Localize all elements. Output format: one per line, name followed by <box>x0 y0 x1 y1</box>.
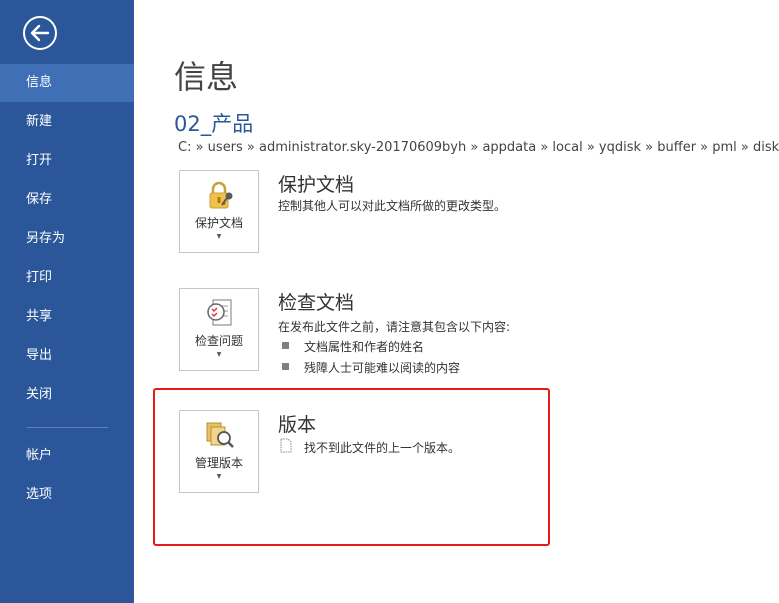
chevron-down-icon: ▼ <box>216 351 222 358</box>
bullet-square-icon <box>282 342 289 349</box>
check-for-issues-button[interactable]: 检查问题 ▼ <box>179 288 259 371</box>
sidebar-item-export[interactable]: 导出 <box>0 337 134 375</box>
sidebar-item-info[interactable]: 信息 <box>0 64 134 102</box>
document-path[interactable]: C: » users » administrator.sky-20170609b… <box>178 140 779 155</box>
highlight-box <box>153 388 550 546</box>
protect-section-title: 保护文档 <box>278 174 355 196</box>
backstage-sidebar: 信息 新建 打开 保存 另存为 打印 共享 导出 关闭 帐户 选项 <box>0 0 134 603</box>
chevron-down-icon: ▼ <box>216 233 222 240</box>
protect-document-button-label: 保护文档 <box>194 216 243 230</box>
sidebar-item-open[interactable]: 打开 <box>0 142 134 180</box>
inspect-bullet-text: 残障人士可能难以阅读的内容 <box>304 361 461 375</box>
sidebar-item-save[interactable]: 保存 <box>0 181 134 219</box>
back-arrow-icon[interactable] <box>22 15 58 51</box>
sidebar-item-share[interactable]: 共享 <box>0 298 134 336</box>
check-for-issues-button-label: 检查问题 <box>194 334 243 348</box>
inspect-section-title: 检查文档 <box>278 292 355 314</box>
sidebar-divider <box>26 427 108 428</box>
inspect-checklist-icon <box>204 297 236 329</box>
sidebar-item-account[interactable]: 帐户 <box>0 437 134 475</box>
inspect-bullet-text: 文档属性和作者的姓名 <box>304 340 425 354</box>
info-pane: 信息 02_产品 C: » users » administrator.sky-… <box>134 0 779 603</box>
bullet-square-icon <box>282 363 289 370</box>
sidebar-item-print[interactable]: 打印 <box>0 259 134 297</box>
protect-section-description: 控制其他人可以对此文档所做的更改类型。 <box>278 199 507 213</box>
page-title: 信息 <box>174 58 239 96</box>
sidebar-item-close[interactable]: 关闭 <box>0 376 134 414</box>
sidebar-item-save-as[interactable]: 另存为 <box>0 220 134 258</box>
sidebar-item-new[interactable]: 新建 <box>0 103 134 141</box>
inspect-section-description: 在发布此文件之前，请注意其包含以下内容: <box>278 320 511 334</box>
sidebar-item-options[interactable]: 选项 <box>0 476 134 514</box>
document-name: 02_产品 <box>174 112 254 136</box>
inspect-bullet-item: 文档属性和作者的姓名 <box>282 338 425 355</box>
inspect-bullet-item: 残障人士可能难以阅读的内容 <box>282 359 461 376</box>
protect-document-button[interactable]: 保护文档 ▼ <box>179 170 259 253</box>
lock-key-icon <box>204 179 236 211</box>
